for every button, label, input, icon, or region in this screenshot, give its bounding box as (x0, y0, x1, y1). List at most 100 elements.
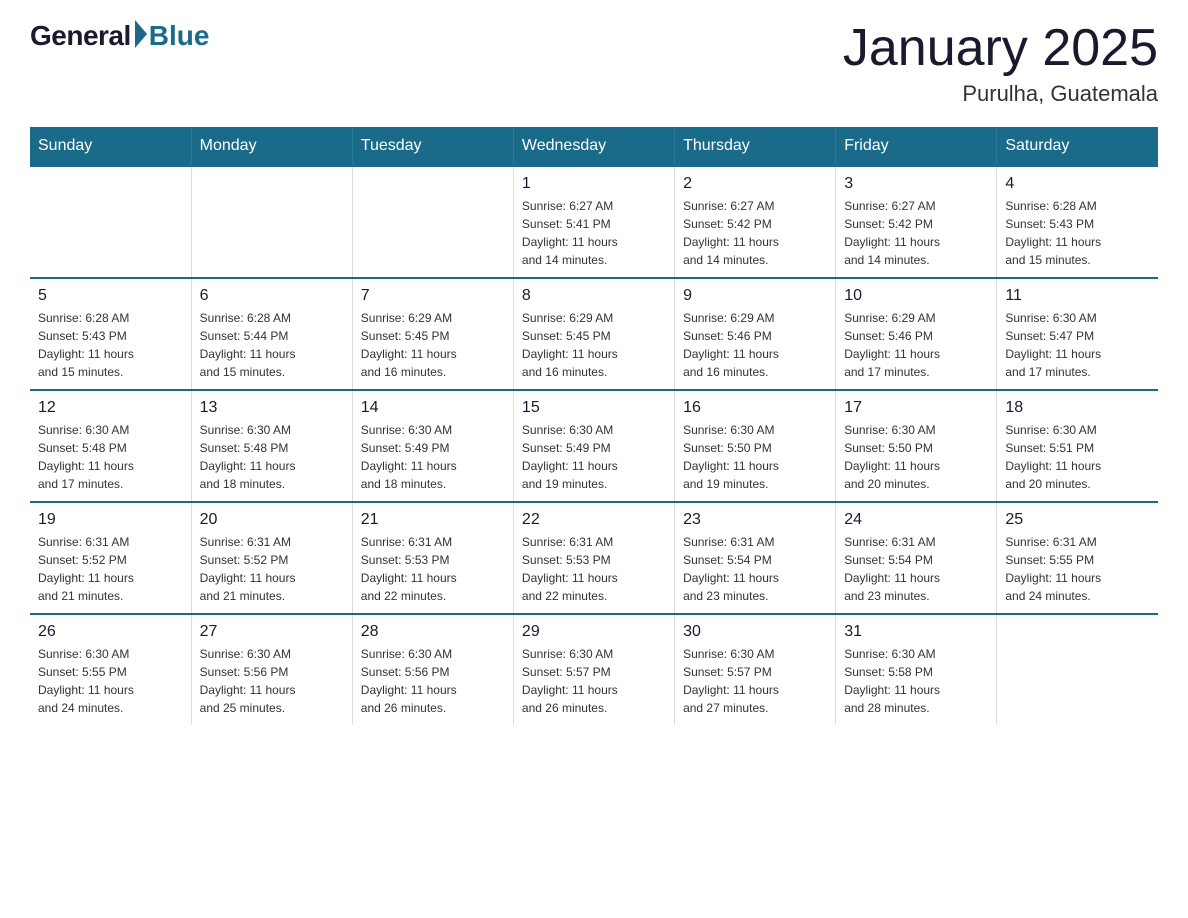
calendar-week-row: 26 Sunrise: 6:30 AM Sunset: 5:55 PM Dayli… (30, 614, 1158, 725)
header-friday: Friday (836, 127, 997, 166)
calendar-cell: 3 Sunrise: 6:27 AM Sunset: 5:42 PM Daylig… (836, 166, 997, 278)
day-info: Sunrise: 6:30 AM Sunset: 5:50 PM Dayligh… (683, 421, 827, 493)
day-info: Sunrise: 6:31 AM Sunset: 5:52 PM Dayligh… (200, 533, 344, 605)
page-header: General Blue January 2025 Purulha, Guate… (30, 20, 1158, 107)
calendar-title: January 2025 (843, 20, 1158, 77)
day-number: 31 (844, 623, 988, 641)
day-info: Sunrise: 6:30 AM Sunset: 5:50 PM Dayligh… (844, 421, 988, 493)
day-info: Sunrise: 6:27 AM Sunset: 5:41 PM Dayligh… (522, 197, 666, 269)
day-number: 1 (522, 175, 666, 193)
day-number: 30 (683, 623, 827, 641)
calendar-cell: 5Sunrise: 6:28 AM Sunset: 5:43 PM Daylig… (30, 278, 191, 390)
calendar-cell: 19 Sunrise: 6:31 AM Sunset: 5:52 PM Dayli… (30, 502, 191, 614)
calendar-cell (30, 166, 191, 278)
calendar-week-row: 1 Sunrise: 6:27 AM Sunset: 5:41 PM Daylig… (30, 166, 1158, 278)
day-number: 6 (200, 287, 344, 305)
calendar-cell: 27 Sunrise: 6:30 AM Sunset: 5:56 PM Dayli… (191, 614, 352, 725)
calendar-cell (191, 166, 352, 278)
day-info: Sunrise: 6:30 AM Sunset: 5:48 PM Dayligh… (38, 421, 183, 493)
day-info: Sunrise: 6:30 AM Sunset: 5:57 PM Dayligh… (522, 645, 666, 717)
calendar-cell: 23Sunrise: 6:31 AM Sunset: 5:54 PM Dayli… (675, 502, 836, 614)
day-number: 11 (1005, 287, 1150, 305)
header-thursday: Thursday (675, 127, 836, 166)
day-number: 21 (361, 511, 505, 529)
day-number: 3 (844, 175, 988, 193)
day-info: Sunrise: 6:30 AM Sunset: 5:58 PM Dayligh… (844, 645, 988, 717)
day-info: Sunrise: 6:27 AM Sunset: 5:42 PM Dayligh… (844, 197, 988, 269)
logo-general-text: General (30, 20, 131, 52)
day-number: 19 (38, 511, 183, 529)
calendar-cell: 18Sunrise: 6:30 AM Sunset: 5:51 PM Dayli… (997, 390, 1158, 502)
day-number: 8 (522, 287, 666, 305)
calendar-week-row: 19 Sunrise: 6:31 AM Sunset: 5:52 PM Dayli… (30, 502, 1158, 614)
day-number: 7 (361, 287, 505, 305)
calendar-cell: 31 Sunrise: 6:30 AM Sunset: 5:58 PM Dayli… (836, 614, 997, 725)
logo: General Blue (30, 20, 209, 52)
day-info: Sunrise: 6:31 AM Sunset: 5:53 PM Dayligh… (522, 533, 666, 605)
day-info: Sunrise: 6:30 AM Sunset: 5:47 PM Dayligh… (1005, 309, 1150, 381)
header-wednesday: Wednesday (513, 127, 674, 166)
calendar-cell (997, 614, 1158, 725)
day-number: 20 (200, 511, 344, 529)
calendar-cell: 29 Sunrise: 6:30 AM Sunset: 5:57 PM Dayli… (513, 614, 674, 725)
calendar-cell (352, 166, 513, 278)
day-info: Sunrise: 6:30 AM Sunset: 5:57 PM Dayligh… (683, 645, 827, 717)
calendar-cell: 1 Sunrise: 6:27 AM Sunset: 5:41 PM Daylig… (513, 166, 674, 278)
day-number: 16 (683, 399, 827, 417)
calendar-cell: 16 Sunrise: 6:30 AM Sunset: 5:50 PM Dayli… (675, 390, 836, 502)
day-info: Sunrise: 6:30 AM Sunset: 5:49 PM Dayligh… (361, 421, 505, 493)
day-number: 27 (200, 623, 344, 641)
calendar-cell: 20 Sunrise: 6:31 AM Sunset: 5:52 PM Dayli… (191, 502, 352, 614)
header-sunday: Sunday (30, 127, 191, 166)
calendar-subtitle: Purulha, Guatemala (843, 81, 1158, 107)
day-info: Sunrise: 6:30 AM Sunset: 5:56 PM Dayligh… (361, 645, 505, 717)
day-number: 10 (844, 287, 988, 305)
calendar-cell: 22 Sunrise: 6:31 AM Sunset: 5:53 PM Dayli… (513, 502, 674, 614)
day-number: 29 (522, 623, 666, 641)
calendar-week-row: 12Sunrise: 6:30 AM Sunset: 5:48 PM Dayli… (30, 390, 1158, 502)
title-section: January 2025 Purulha, Guatemala (843, 20, 1158, 107)
day-info: Sunrise: 6:29 AM Sunset: 5:46 PM Dayligh… (844, 309, 988, 381)
day-info: Sunrise: 6:31 AM Sunset: 5:54 PM Dayligh… (683, 533, 827, 605)
calendar-cell: 15Sunrise: 6:30 AM Sunset: 5:49 PM Dayli… (513, 390, 674, 502)
day-number: 9 (683, 287, 827, 305)
day-number: 4 (1005, 175, 1150, 193)
header-monday: Monday (191, 127, 352, 166)
day-number: 2 (683, 175, 827, 193)
calendar-cell: 17Sunrise: 6:30 AM Sunset: 5:50 PM Dayli… (836, 390, 997, 502)
day-number: 22 (522, 511, 666, 529)
calendar-cell: 4 Sunrise: 6:28 AM Sunset: 5:43 PM Daylig… (997, 166, 1158, 278)
day-number: 24 (844, 511, 988, 529)
calendar-cell: 14Sunrise: 6:30 AM Sunset: 5:49 PM Dayli… (352, 390, 513, 502)
day-info: Sunrise: 6:31 AM Sunset: 5:53 PM Dayligh… (361, 533, 505, 605)
header-tuesday: Tuesday (352, 127, 513, 166)
day-info: Sunrise: 6:28 AM Sunset: 5:43 PM Dayligh… (1005, 197, 1150, 269)
day-number: 28 (361, 623, 505, 641)
calendar-cell: 6Sunrise: 6:28 AM Sunset: 5:44 PM Daylig… (191, 278, 352, 390)
day-info: Sunrise: 6:27 AM Sunset: 5:42 PM Dayligh… (683, 197, 827, 269)
day-info: Sunrise: 6:30 AM Sunset: 5:49 PM Dayligh… (522, 421, 666, 493)
day-info: Sunrise: 6:30 AM Sunset: 5:55 PM Dayligh… (38, 645, 183, 717)
calendar-table: SundayMondayTuesdayWednesdayThursdayFrid… (30, 127, 1158, 725)
calendar-cell: 28 Sunrise: 6:30 AM Sunset: 5:56 PM Dayli… (352, 614, 513, 725)
logo-blue-text: Blue (149, 20, 210, 52)
calendar-week-row: 5Sunrise: 6:28 AM Sunset: 5:43 PM Daylig… (30, 278, 1158, 390)
day-number: 25 (1005, 511, 1150, 529)
day-number: 26 (38, 623, 183, 641)
day-info: Sunrise: 6:30 AM Sunset: 5:56 PM Dayligh… (200, 645, 344, 717)
calendar-cell: 7Sunrise: 6:29 AM Sunset: 5:45 PM Daylig… (352, 278, 513, 390)
calendar-cell: 10 Sunrise: 6:29 AM Sunset: 5:46 PM Dayli… (836, 278, 997, 390)
calendar-cell: 21 Sunrise: 6:31 AM Sunset: 5:53 PM Dayli… (352, 502, 513, 614)
calendar-cell: 8Sunrise: 6:29 AM Sunset: 5:45 PM Daylig… (513, 278, 674, 390)
day-number: 5 (38, 287, 183, 305)
calendar-cell: 11 Sunrise: 6:30 AM Sunset: 5:47 PM Dayli… (997, 278, 1158, 390)
calendar-cell: 9 Sunrise: 6:29 AM Sunset: 5:46 PM Daylig… (675, 278, 836, 390)
calendar-cell: 25 Sunrise: 6:31 AM Sunset: 5:55 PM Dayli… (997, 502, 1158, 614)
logo-arrow-icon (135, 20, 147, 48)
day-info: Sunrise: 6:31 AM Sunset: 5:52 PM Dayligh… (38, 533, 183, 605)
calendar-cell: 13Sunrise: 6:30 AM Sunset: 5:48 PM Dayli… (191, 390, 352, 502)
day-info: Sunrise: 6:31 AM Sunset: 5:55 PM Dayligh… (1005, 533, 1150, 605)
calendar-cell: 12Sunrise: 6:30 AM Sunset: 5:48 PM Dayli… (30, 390, 191, 502)
day-info: Sunrise: 6:29 AM Sunset: 5:46 PM Dayligh… (683, 309, 827, 381)
calendar-header-row: SundayMondayTuesdayWednesdayThursdayFrid… (30, 127, 1158, 166)
